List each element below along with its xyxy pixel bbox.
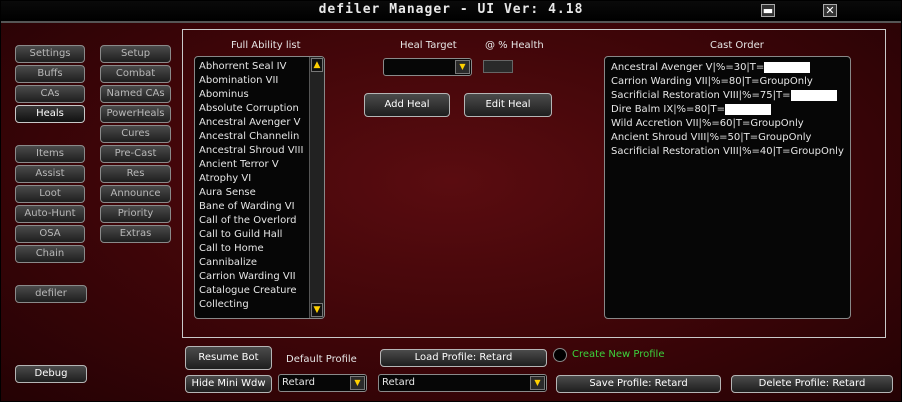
- ability-list-items: Abhorrent Seal IV Abomination VII Abominus…: [195, 60, 309, 312]
- ability-list[interactable]: Abhorrent Seal IV Abomination VII Abominus…: [194, 56, 325, 319]
- profile-select-value: Retard: [382, 377, 415, 388]
- cast-order-items: Ancestral Avenger V|%=30|T= Carrion Wardi…: [611, 61, 844, 159]
- nav-announce-button[interactable]: Announce: [100, 185, 171, 203]
- hide-mini-window-button[interactable]: Hide Mini Wdw: [185, 375, 272, 393]
- nav-extras-button[interactable]: Extras: [100, 225, 171, 243]
- nav-powerheals-button[interactable]: PowerHeals: [100, 105, 171, 123]
- nav-loot-button[interactable]: Loot: [15, 185, 85, 203]
- redacted-target: [725, 103, 772, 115]
- ability-list-scrollbar[interactable]: ▲ ▼: [309, 57, 324, 318]
- chevron-down-icon[interactable]: ▼: [350, 376, 365, 390]
- save-profile-button[interactable]: Save Profile: Retard: [556, 375, 721, 393]
- chevron-down-icon[interactable]: ▼: [455, 60, 470, 74]
- ability-list-item[interactable]: Carrion Warding VII: [195, 270, 309, 284]
- ability-list-item[interactable]: Abhorrent Seal IV: [195, 60, 309, 74]
- edit-heal-button[interactable]: Edit Heal: [464, 93, 552, 117]
- ability-list-header: Full Ability list: [231, 40, 301, 51]
- resume-bot-button[interactable]: Resume Bot: [185, 346, 272, 370]
- cast-order-item-text: Ancestral Avenger V|%=30|T=: [611, 62, 765, 73]
- ability-list-item[interactable]: Atrophy VI: [195, 172, 309, 186]
- cast-order-item-text: Dire Balm IX|%=80|T=: [611, 104, 726, 115]
- cast-order-item-text: Sacrificial Restoration VIII|%=40|T=Grou…: [611, 146, 844, 157]
- health-pct-label: @ % Health: [485, 40, 544, 51]
- manager-window: defiler Manager - UI Ver: 4.18 ▬ ✕ Setti…: [0, 0, 902, 402]
- nav-settings-button[interactable]: Settings: [15, 45, 85, 63]
- nav-combat-button[interactable]: Combat: [100, 65, 171, 83]
- ability-list-item[interactable]: Ancestral Shroud VIII: [195, 144, 309, 158]
- default-profile-label: Default Profile: [286, 354, 357, 365]
- title-bar[interactable]: defiler Manager - UI Ver: 4.18 ▬ ✕: [1, 1, 901, 23]
- cast-order-item[interactable]: Carrion Warding VII|%=80|T=GroupOnly: [611, 75, 844, 89]
- scroll-down-icon[interactable]: ▼: [311, 303, 323, 317]
- cast-order-item[interactable]: Wild Accretion VII|%=60|T=GroupOnly: [611, 117, 844, 131]
- cast-order-item-text: Ancient Shroud VIII|%=50|T=GroupOnly: [611, 132, 812, 143]
- cast-order-item[interactable]: Dire Balm IX|%=80|T=: [611, 103, 844, 117]
- ability-list-item[interactable]: Bane of Warding VI: [195, 200, 309, 214]
- nav-cas-button[interactable]: CAs: [15, 85, 85, 103]
- ability-list-item[interactable]: Ancestral Channelin: [195, 130, 309, 144]
- nav-assist-button[interactable]: Assist: [15, 165, 85, 183]
- health-pct-input[interactable]: [483, 60, 513, 73]
- cast-order-item-text: Carrion Warding VII|%=80|T=GroupOnly: [611, 76, 813, 87]
- close-icon[interactable]: ✕: [823, 4, 837, 17]
- cast-order-item[interactable]: Sacrificial Restoration VIII|%=40|T=Grou…: [611, 145, 844, 159]
- cast-order-item-text: Sacrificial Restoration VIII|%=75|T=: [611, 90, 791, 101]
- chevron-down-icon[interactable]: ▼: [530, 376, 545, 390]
- nav-chain-button[interactable]: Chain: [15, 245, 85, 263]
- ability-list-item[interactable]: Abomination VII: [195, 74, 309, 88]
- ability-list-item[interactable]: Ancient Terror V: [195, 158, 309, 172]
- create-new-profile-label[interactable]: Create New Profile: [572, 349, 665, 360]
- debug-button[interactable]: Debug: [15, 365, 87, 383]
- default-profile-dropdown[interactable]: Retard ▼: [278, 374, 367, 392]
- nav-setup-button[interactable]: Setup: [100, 45, 171, 63]
- redacted-target: [764, 61, 811, 73]
- heal-target-dropdown[interactable]: ▼: [383, 58, 472, 76]
- cast-order-item[interactable]: Sacrificial Restoration VIII|%=75|T=: [611, 89, 844, 103]
- ability-list-item[interactable]: Call of the Overlord: [195, 214, 309, 228]
- ability-list-item[interactable]: Catalogue Creature: [195, 284, 309, 298]
- nav-pre-cast-button[interactable]: Pre-Cast: [100, 145, 171, 163]
- delete-profile-button[interactable]: Delete Profile: Retard: [731, 375, 893, 393]
- ability-list-item[interactable]: Abominus: [195, 88, 309, 102]
- nav-osa-button[interactable]: OSA: [15, 225, 85, 243]
- cast-order-item[interactable]: Ancestral Avenger V|%=30|T=: [611, 61, 844, 75]
- character-button[interactable]: defiler: [15, 285, 87, 303]
- nav-items-button[interactable]: Items: [15, 145, 85, 163]
- default-profile-value: Retard: [282, 377, 315, 388]
- profile-select-dropdown[interactable]: Retard ▼: [378, 374, 547, 392]
- nav-res-button[interactable]: Res: [100, 165, 171, 183]
- minimize-icon[interactable]: ▬: [761, 4, 775, 17]
- scroll-up-icon[interactable]: ▲: [311, 58, 323, 72]
- nav-auto-hunt-button[interactable]: Auto-Hunt: [15, 205, 85, 223]
- ability-list-item[interactable]: Absolute Corruption: [195, 102, 309, 116]
- add-heal-button[interactable]: Add Heal: [364, 93, 450, 117]
- ability-list-item[interactable]: Call to Guild Hall: [195, 228, 309, 242]
- ability-list-item[interactable]: Ancestral Avenger V: [195, 116, 309, 130]
- ability-list-item[interactable]: Collecting: [195, 298, 309, 312]
- cast-order-item[interactable]: Ancient Shroud VIII|%=50|T=GroupOnly: [611, 131, 844, 145]
- create-profile-radio[interactable]: [553, 348, 567, 362]
- nav-named-cas-button[interactable]: Named CAs: [100, 85, 171, 103]
- load-profile-button[interactable]: Load Profile: Retard: [380, 349, 547, 367]
- nav-buffs-button[interactable]: Buffs: [15, 65, 85, 83]
- nav-heals-button[interactable]: Heals: [15, 105, 85, 123]
- heal-target-label: Heal Target: [400, 40, 457, 51]
- ability-list-item[interactable]: Aura Sense: [195, 186, 309, 200]
- cast-order-item-text: Wild Accretion VII|%=60|T=GroupOnly: [611, 118, 804, 129]
- nav-priority-button[interactable]: Priority: [100, 205, 171, 223]
- nav-cures-button[interactable]: Cures: [100, 125, 171, 143]
- ability-list-item[interactable]: Cannibalize: [195, 256, 309, 270]
- ability-list-item[interactable]: Call to Home: [195, 242, 309, 256]
- cast-order-header: Cast Order: [710, 40, 764, 51]
- cast-order-list[interactable]: Ancestral Avenger V|%=30|T= Carrion Wardi…: [604, 56, 851, 319]
- redacted-target: [790, 89, 837, 101]
